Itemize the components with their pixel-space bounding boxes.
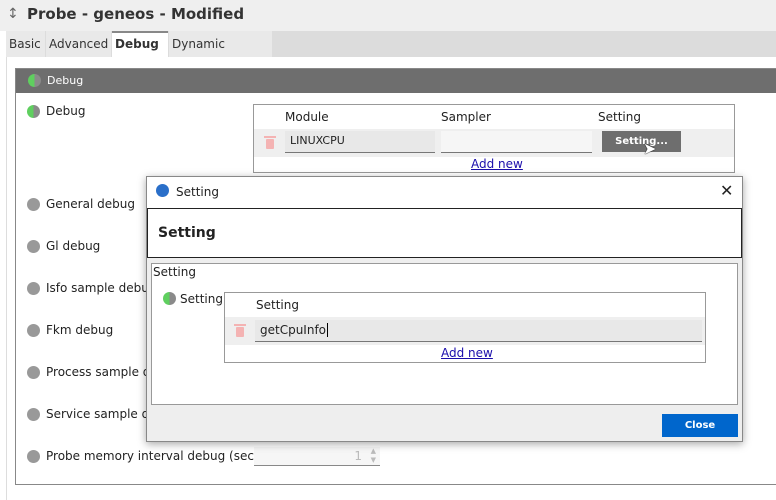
close-icon[interactable]: ✕ xyxy=(720,181,733,200)
status-dot-icon[interactable] xyxy=(27,450,40,463)
item-gl-debug: Gl debug xyxy=(46,239,101,253)
item-memory-interval: Probe memory interval debug (secs) xyxy=(46,449,265,463)
delete-icon[interactable] xyxy=(264,136,276,149)
tab-bar: Basic Advanced Debug Dynamic Entities xyxy=(6,31,776,77)
setting-button[interactable]: Setting... xyxy=(602,131,681,152)
module-input[interactable]: LINUXCPU xyxy=(285,131,435,153)
status-dot-icon[interactable] xyxy=(27,198,40,211)
dialog-titlebar: Setting ✕ xyxy=(147,177,742,208)
status-dot-icon[interactable] xyxy=(27,105,40,118)
item-fkm-debug: Fkm debug xyxy=(46,323,114,337)
setting-table: Setting getCpuInfo Add new xyxy=(224,292,706,363)
panel-title: Debug xyxy=(47,74,84,87)
column-header: Setting xyxy=(598,110,641,124)
tab-dynamic-entities[interactable]: Dynamic Entities xyxy=(169,31,272,77)
status-dot-icon xyxy=(28,74,41,87)
setting-value: getCpuInfo xyxy=(260,323,327,337)
dialog-heading-box: Setting xyxy=(147,208,742,258)
memory-interval-spinner[interactable]: 1 ▲ ▼ xyxy=(254,447,380,466)
panel-header: Debug xyxy=(16,69,776,93)
item-general-debug: General debug xyxy=(46,197,135,211)
status-dot-icon[interactable] xyxy=(27,408,40,421)
move-arrows-icon: ↕ xyxy=(7,6,19,22)
field-label: Setting xyxy=(180,292,223,306)
spinner-up-icon[interactable]: ▲ xyxy=(371,447,376,455)
sampler-input[interactable] xyxy=(441,131,592,153)
add-new-link[interactable]: Add new xyxy=(441,346,493,360)
tab-debug[interactable]: Debug xyxy=(112,31,168,57)
close-button[interactable]: Close xyxy=(662,414,738,437)
item-process-debug: Process sample de xyxy=(46,365,158,379)
status-dot-icon[interactable] xyxy=(27,240,40,253)
mouse-cursor-icon: ➤ xyxy=(643,139,657,158)
window-title: Probe - geneos - Modified xyxy=(27,5,245,23)
add-new-link[interactable]: Add new xyxy=(471,157,523,171)
status-dot-icon[interactable] xyxy=(27,366,40,379)
status-dot-icon[interactable] xyxy=(27,324,40,337)
text-cursor xyxy=(327,323,329,337)
column-header: Setting xyxy=(256,298,299,312)
status-dot-icon[interactable] xyxy=(163,292,176,305)
delete-icon[interactable] xyxy=(234,324,246,337)
setting-dialog: Setting ✕ Setting Setting Setting Settin… xyxy=(146,176,743,442)
status-dot-icon[interactable] xyxy=(27,282,40,295)
table-row: LINUXCPU Setting... xyxy=(254,129,734,157)
setting-value-input[interactable]: getCpuInfo xyxy=(255,320,702,342)
item-debug: Debug xyxy=(46,104,86,118)
setting-group: Setting Setting Setting getCpuInfo Add n… xyxy=(151,263,738,405)
tab-basic[interactable]: Basic xyxy=(6,31,45,57)
dialog-heading: Setting xyxy=(158,225,216,241)
table-row: getCpuInfo xyxy=(225,317,705,345)
module-table: Module Sampler Setting LINUXCPU Setting.… xyxy=(253,104,735,173)
gear-icon xyxy=(156,184,169,197)
item-isfo-debug: Isfo sample debug xyxy=(46,281,157,295)
item-service-debug: Service sample de xyxy=(46,407,157,421)
tab-advanced[interactable]: Advanced xyxy=(46,31,111,57)
column-header: Sampler xyxy=(441,110,491,124)
group-label: Setting xyxy=(153,265,196,279)
column-header: Module xyxy=(285,110,329,124)
spinner-down-icon[interactable]: ▼ xyxy=(371,456,376,464)
spinner-value: 1 xyxy=(354,449,362,463)
dialog-title: Setting xyxy=(176,185,219,199)
